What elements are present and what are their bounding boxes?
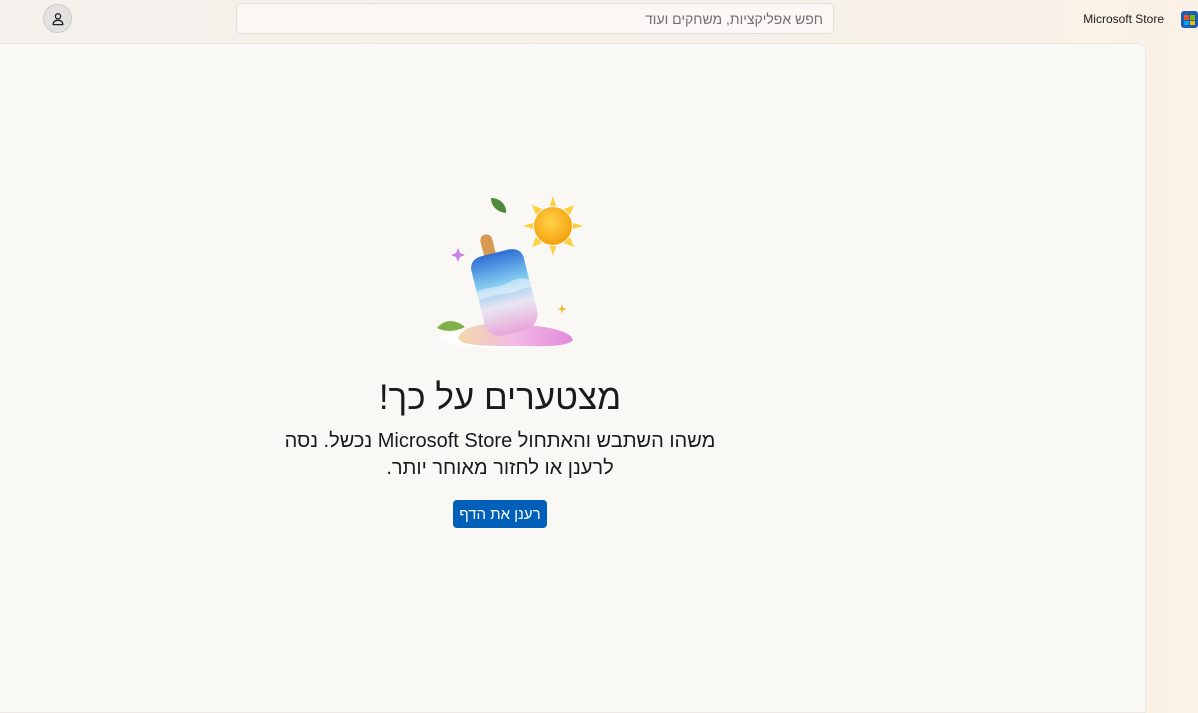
account-button[interactable] (43, 4, 72, 33)
error-heading: מצטערים על כך! (378, 378, 622, 417)
error-message: משהו השתבש והאתחול Microsoft Store נכשל.… (284, 430, 716, 479)
search-input[interactable] (237, 4, 833, 33)
app-title: Microsoft Store (1083, 12, 1164, 26)
refresh-page-button[interactable]: רענן את הדף (453, 500, 547, 528)
person-icon (52, 13, 64, 26)
title-bar: Microsoft Store (0, 0, 1198, 40)
melting-popsicle-sun-illustration (437, 196, 583, 348)
search-box[interactable] (236, 3, 834, 34)
microsoft-store-icon (1181, 11, 1198, 28)
